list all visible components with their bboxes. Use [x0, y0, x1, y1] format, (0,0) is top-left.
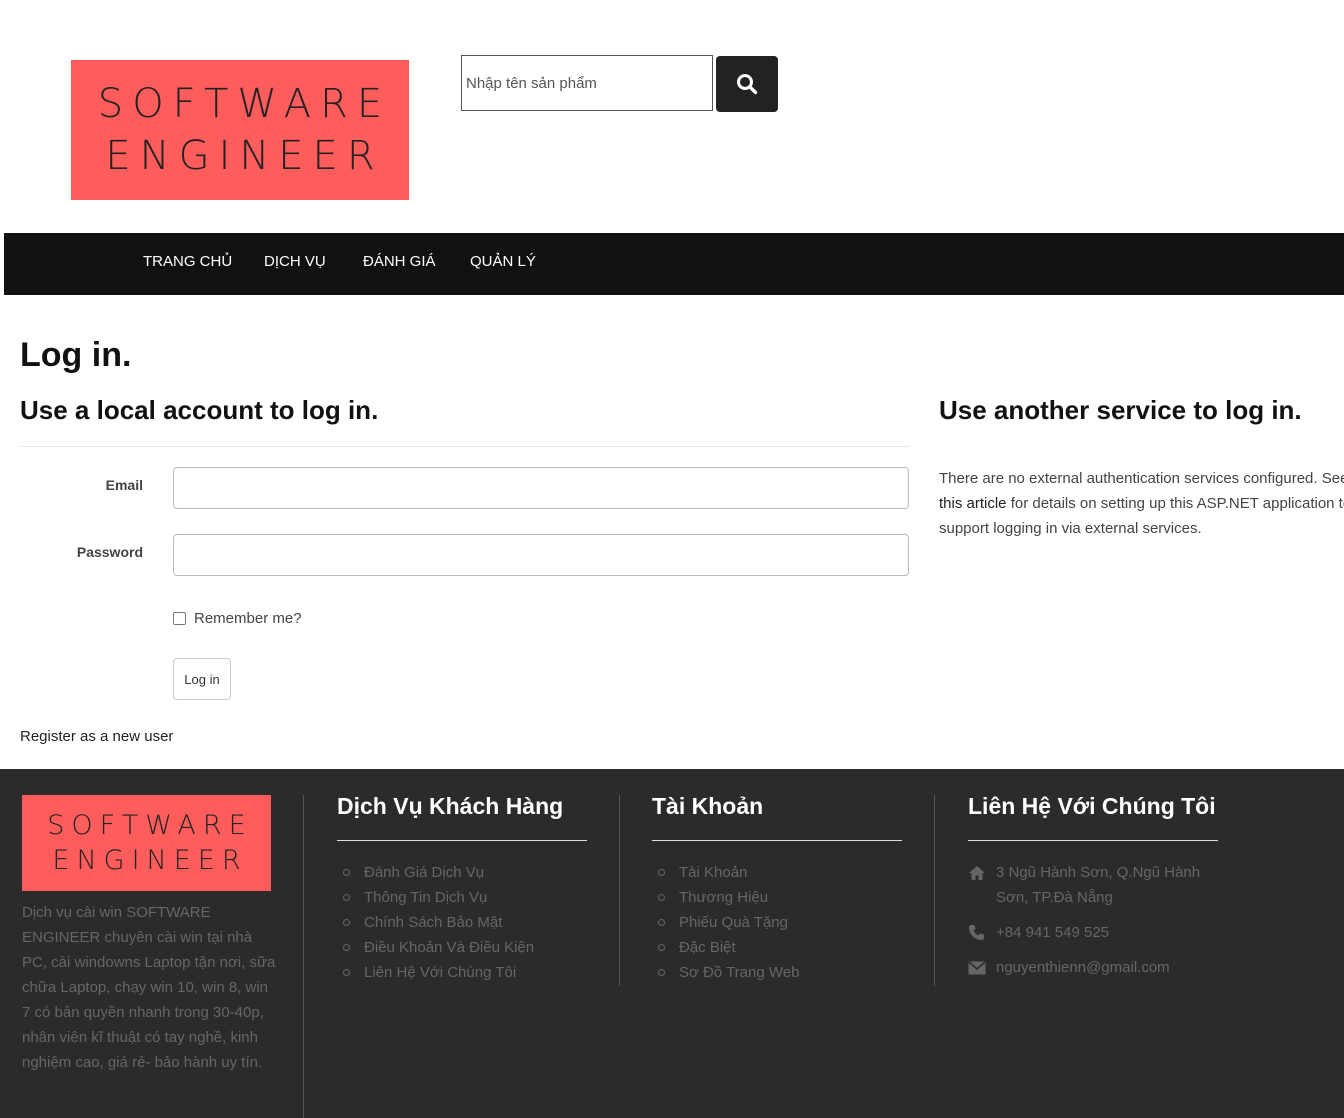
footer-col-underline — [968, 840, 1218, 841]
list-item-label: Đặc Biệt — [679, 939, 736, 956]
list-item-label: Tài Khoản — [679, 864, 748, 881]
external-services-message: There are no external authentication ser… — [939, 466, 1344, 541]
list-item-label: Phiếu Quà Tặng — [679, 914, 788, 931]
footer-address: 3 Ngũ Hành Sơn, Q.Ngũ Hành Sơn, TP.Đà Nẵ… — [968, 860, 1218, 910]
nav-item-manage[interactable]: QUẢN LÝ — [470, 233, 536, 295]
footer-logo-line1: SOFTWARE — [47, 810, 253, 841]
email-field[interactable] — [173, 467, 909, 509]
external-message-line3: support logging in via external services… — [939, 520, 1202, 537]
list-item-label: Liên Hệ Với Chúng Tôi — [364, 964, 517, 981]
list-item[interactable]: Chính Sách Bảo Mật — [337, 910, 534, 935]
list-item-label: Thương Hiệu — [679, 889, 769, 906]
list-item[interactable]: Thông Tin Dịch Vụ — [337, 885, 534, 910]
bullet-icon — [343, 869, 350, 876]
footer-col-title-customer-service: Dịch Vụ Khách Hàng — [337, 793, 564, 819]
bullet-icon — [658, 894, 665, 901]
bullet-icon — [343, 969, 350, 976]
list-item-label: Thông Tin Dịch Vụ — [364, 889, 488, 906]
home-icon — [968, 860, 986, 885]
phone-icon — [968, 920, 986, 945]
article-link[interactable]: this article — [939, 495, 1007, 512]
logo-text-line1: SOFTWARE — [97, 81, 392, 127]
list-item[interactable]: Đặc Biệt — [652, 935, 799, 960]
remember-me-checkbox[interactable] — [173, 612, 186, 625]
list-item[interactable]: Thương Hiệu — [652, 885, 799, 910]
footer-divider — [934, 795, 935, 986]
footer-col-title-contact: Liên Hệ Với Chúng Tôi — [968, 793, 1216, 819]
list-item[interactable]: Điều Khoản Và Điều Kiện — [337, 935, 534, 960]
search-input[interactable] — [461, 55, 713, 111]
password-field[interactable] — [173, 534, 909, 576]
search-icon — [737, 74, 758, 95]
main-navbar: TRANG CHỦ DỊCH VỤ ĐÁNH GIÁ QUẢN LÝ — [4, 233, 1344, 295]
footer-description: Dịch vụ cài win SOFTWARE ENGINEER chuyên… — [22, 904, 276, 1071]
nav-item-services[interactable]: DỊCH VỤ — [264, 233, 326, 295]
external-message-line2: for details on setting up this ASP.NET a… — [1006, 495, 1344, 512]
page-title: Log in. — [20, 336, 132, 374]
footer-logo[interactable]: SOFTWARE ENGINEER — [22, 795, 271, 891]
bullet-icon — [658, 944, 665, 951]
bullet-icon — [658, 869, 665, 876]
footer-divider — [619, 795, 620, 986]
footer-col-title-account: Tài Khoản — [652, 793, 764, 819]
list-item-label: Đánh Giá Dịch Vụ — [364, 864, 485, 881]
nav-item-home[interactable]: TRANG CHỦ — [143, 233, 232, 295]
bullet-icon — [343, 894, 350, 901]
site-footer: SOFTWARE ENGINEER Dịch vụ cài win SOFTWA… — [0, 769, 1344, 1118]
footer-email: nguyenthienn@gmail.com — [968, 955, 1170, 980]
site-logo[interactable]: SOFTWARE ENGINEER — [71, 60, 409, 200]
bullet-icon — [658, 969, 665, 976]
list-item[interactable]: Tài Khoản — [652, 860, 799, 885]
list-item[interactable]: Phiếu Quà Tặng — [652, 910, 799, 935]
local-account-heading: Use a local account to log in. — [20, 395, 379, 425]
register-link[interactable]: Register as a new user — [20, 728, 173, 745]
footer-email-text[interactable]: nguyenthienn@gmail.com — [996, 955, 1170, 980]
list-item-label: Chính Sách Bảo Mật — [364, 914, 503, 931]
footer-phone: +84 941 549 525 — [968, 920, 1109, 945]
email-label: Email — [105, 477, 143, 493]
footer-logo-line2: ENGINEER — [52, 845, 248, 876]
logo-text-line2: ENGINEER — [105, 133, 384, 179]
footer-account-list: Tài Khoản Thương Hiệu Phiếu Quà Tặng Đặc… — [652, 860, 799, 985]
remember-me-label[interactable]: Remember me? — [194, 610, 302, 627]
external-service-heading: Use another service to log in. — [939, 395, 1302, 425]
footer-divider — [303, 795, 304, 1118]
footer-address-text: 3 Ngũ Hành Sơn, Q.Ngũ Hành Sơn, TP.Đà Nẵ… — [996, 864, 1201, 906]
list-item-label: Điều Khoản Và Điều Kiện — [364, 939, 535, 956]
footer-col-underline — [652, 840, 902, 841]
list-item[interactable]: Liên Hệ Với Chúng Tôi — [337, 960, 534, 985]
remember-me: Remember me? — [173, 610, 302, 627]
footer-customer-service-list: Đánh Giá Dịch Vụ Thông Tin Dịch Vụ Chính… — [337, 860, 534, 985]
bullet-icon — [343, 919, 350, 926]
envelope-icon — [968, 955, 986, 980]
list-item[interactable]: Đánh Giá Dịch Vụ — [337, 860, 534, 885]
footer-col-underline — [337, 840, 587, 841]
external-message-line1: There are no external authentication ser… — [939, 470, 1344, 487]
section-divider — [20, 446, 910, 447]
login-button[interactable]: Log in — [173, 658, 231, 700]
password-label: Password — [76, 544, 143, 560]
bullet-icon — [658, 919, 665, 926]
bullet-icon — [343, 944, 350, 951]
list-item[interactable]: Sơ Đồ Trang Web — [652, 960, 799, 985]
footer-phone-text[interactable]: +84 941 549 525 — [996, 920, 1109, 945]
nav-item-reviews[interactable]: ĐÁNH GIÁ — [363, 233, 436, 295]
list-item-label: Sơ Đồ Trang Web — [679, 964, 800, 981]
search-button[interactable] — [716, 56, 778, 112]
